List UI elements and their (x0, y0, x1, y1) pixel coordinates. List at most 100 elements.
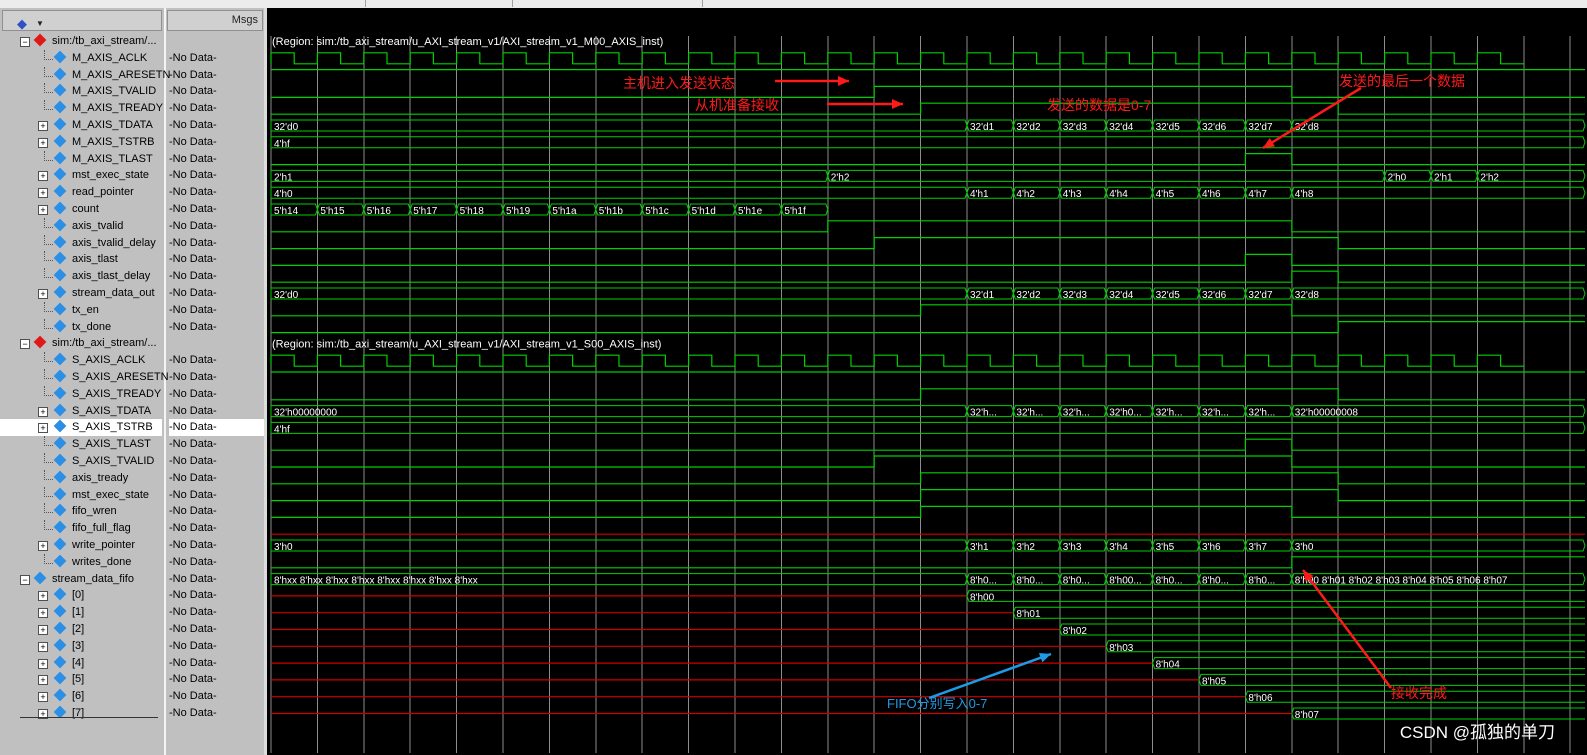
expand-icon[interactable]: + (38, 171, 48, 182)
signal-row[interactable]: axis_tready -No Data- (0, 469, 264, 487)
signal-name-cell[interactable]: tx_en (0, 301, 162, 319)
signal-row[interactable]: + [7] -No Data- (0, 705, 264, 722)
expand-icon[interactable]: + (38, 205, 48, 215)
signal-row[interactable]: + M_AXIS_TSTRB -No Data- (0, 134, 264, 151)
expand-icon[interactable]: + (38, 406, 48, 417)
signal-name-cell[interactable]: + [0] (0, 587, 162, 604)
signal-row[interactable]: axis_tlast -No Data- (0, 251, 264, 268)
signal-name-cell[interactable]: M_AXIS_TVALID (0, 83, 162, 100)
signal-name-cell[interactable]: − sim:/tb_axi_stream/... (0, 335, 162, 352)
signal-name-cell[interactable]: S_AXIS_ACLK (0, 352, 162, 369)
signal-name-cell[interactable]: + count (0, 201, 162, 218)
expand-icon[interactable]: + (38, 641, 48, 652)
signal-row[interactable]: + mst_exec_state -No Data- (0, 167, 264, 184)
signal-name-cell[interactable]: mst_exec_state (0, 486, 162, 504)
signal-name-cell[interactable]: + [2] (0, 621, 162, 638)
signal-name-cell[interactable]: M_AXIS_TREADY (0, 100, 163, 117)
signal-row[interactable]: M_AXIS_TLAST -No Data- (0, 150, 264, 168)
signal-row[interactable]: − sim:/tb_axi_stream/... (0, 335, 264, 352)
signal-row[interactable]: + M_AXIS_TDATA -No Data- (0, 117, 264, 134)
signal-row[interactable]: + [1] -No Data- (0, 604, 264, 621)
signal-row[interactable]: S_AXIS_TLAST -No Data- (0, 436, 264, 453)
expand-icon[interactable]: + (38, 137, 48, 148)
signal-row[interactable]: fifo_full_flag -No Data- (0, 520, 264, 537)
collapse-icon[interactable]: − (20, 37, 30, 47)
expand-icon[interactable]: + (38, 658, 48, 669)
signal-row[interactable]: writes_done -No Data- (0, 553, 264, 571)
signal-name-cell[interactable]: S_AXIS_TREADY (0, 385, 162, 403)
signal-name-cell[interactable]: S_AXIS_ARESETN (0, 369, 169, 386)
signal-row[interactable]: S_AXIS_ACLK -No Data- (0, 352, 264, 369)
expand-icon[interactable]: + (38, 188, 48, 199)
signal-row[interactable]: axis_tlast_delay -No Data- (0, 268, 264, 285)
signal-row[interactable]: + [3] -No Data- (0, 638, 264, 655)
signal-row[interactable]: + [0] -No Data- (0, 587, 264, 604)
collapse-icon[interactable]: − (20, 339, 30, 350)
signal-row[interactable]: + stream_data_out -No Data- (0, 285, 264, 302)
signal-name-cell[interactable]: + [1] (0, 604, 162, 621)
signal-name-cell[interactable]: + [5] (0, 671, 162, 688)
expand-icon[interactable]: + (38, 625, 48, 635)
signal-name-cell[interactable]: − sim:/tb_axi_stream/... (0, 33, 162, 50)
signal-name-cell[interactable]: axis_tlast (0, 251, 162, 268)
signal-name-cell[interactable]: − stream_data_fifo (0, 571, 162, 588)
signal-row[interactable]: axis_tvalid -No Data- (0, 217, 264, 235)
signal-row[interactable]: mst_exec_state -No Data- (0, 486, 264, 504)
signal-row[interactable]: + [5] -No Data- (0, 671, 264, 688)
waveform-canvas[interactable]: (Region: sim:/tb_axi_stream/u_AXI_stream… (267, 8, 1587, 755)
chevron-down-icon[interactable]: ▼ (36, 14, 44, 33)
signal-row[interactable]: + write_pointer -No Data- (0, 537, 264, 554)
signal-name-cell[interactable]: + [7] (0, 705, 162, 722)
signal-row[interactable]: + read_pointer -No Data- (0, 184, 264, 201)
signal-row[interactable]: S_AXIS_ARESETN -No Data- (0, 369, 264, 386)
signal-name-cell[interactable]: + M_AXIS_TDATA (0, 117, 162, 134)
signal-row[interactable]: tx_done -No Data- (0, 318, 264, 336)
values-header[interactable]: Msgs (167, 10, 263, 31)
signal-name-cell[interactable]: tx_done (0, 318, 162, 336)
signal-row[interactable]: + [4] -No Data- (0, 655, 264, 672)
signal-row[interactable]: − stream_data_fifo -No Data- (0, 571, 264, 588)
signal-name-cell[interactable]: + [4] (0, 655, 162, 672)
signal-row[interactable]: M_AXIS_ARESETN -No Data- (0, 66, 264, 84)
signal-row[interactable]: + S_AXIS_TDATA -No Data- (0, 403, 264, 420)
expand-icon[interactable]: + (38, 675, 48, 686)
wave-signals-icon[interactable]: ◆ (17, 14, 27, 33)
signal-name-cell[interactable]: + S_AXIS_TDATA (0, 403, 162, 420)
signal-name-cell[interactable]: axis_tvalid_delay (0, 234, 162, 252)
signal-name-cell[interactable]: M_AXIS_ACLK (0, 49, 162, 67)
signal-name-cell[interactable]: + stream_data_out (0, 285, 162, 302)
signal-name-cell[interactable]: axis_tready (0, 469, 162, 487)
expand-icon[interactable]: + (38, 289, 48, 299)
signal-row[interactable]: + [6] -No Data- (0, 688, 264, 705)
signal-name-cell[interactable]: + read_pointer (0, 184, 162, 201)
signal-name-cell[interactable]: S_AXIS_TLAST (0, 436, 162, 453)
signal-row[interactable]: S_AXIS_TVALID -No Data- (0, 453, 264, 470)
time-slider-track[interactable] (20, 717, 158, 718)
signal-name-cell[interactable]: + write_pointer (0, 537, 162, 554)
signal-name-cell[interactable]: axis_tlast_delay (0, 268, 162, 285)
signal-row[interactable]: + [2] -No Data- (0, 621, 264, 638)
signal-name-cell[interactable]: fifo_wren (0, 503, 162, 520)
signal-name-cell[interactable]: + [6] (0, 688, 162, 705)
signal-name-cell[interactable]: S_AXIS_TVALID (0, 453, 162, 470)
signal-name-cell[interactable]: + S_AXIS_TSTRB (0, 419, 162, 437)
signal-name-cell[interactable]: fifo_full_flag (0, 520, 162, 537)
signal-row[interactable]: axis_tvalid_delay -No Data- (0, 234, 264, 252)
signal-row[interactable]: − sim:/tb_axi_stream/... (0, 33, 264, 50)
signal-name-cell[interactable]: M_AXIS_TLAST (0, 150, 162, 168)
signal-row[interactable]: M_AXIS_TVALID -No Data- (0, 83, 264, 100)
expand-icon[interactable]: + (38, 121, 48, 131)
signal-name-cell[interactable]: axis_tvalid (0, 217, 162, 235)
expand-icon[interactable]: + (38, 591, 48, 602)
names-header[interactable]: ◆ ▼ (2, 10, 162, 31)
signal-row[interactable]: fifo_wren -No Data- (0, 503, 264, 520)
signal-name-cell[interactable]: + M_AXIS_TSTRB (0, 134, 162, 151)
expand-icon[interactable]: + (38, 692, 48, 703)
signal-name-cell[interactable]: M_AXIS_ARESETN (0, 66, 170, 84)
signal-row[interactable]: + count -No Data- (0, 201, 264, 218)
collapse-icon[interactable]: − (20, 574, 30, 585)
expand-icon[interactable]: + (38, 608, 48, 619)
signal-row[interactable]: + S_AXIS_TSTRB -No Data- (0, 419, 264, 437)
signal-row[interactable]: tx_en -No Data- (0, 301, 264, 319)
signal-name-cell[interactable]: + [3] (0, 638, 162, 655)
